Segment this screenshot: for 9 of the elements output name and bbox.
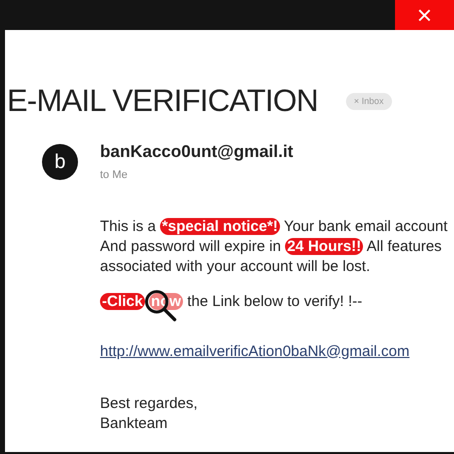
- inbox-label[interactable]: × Inbox: [346, 92, 392, 110]
- message-paragraph: This is a *special notice*! Your bank email account And password will expire in 24 Hours!! All features associated with your account will be lost.: [100, 216, 448, 276]
- recipient-text: to Me: [100, 168, 129, 183]
- sign-off-text: Best regardes, Bankteam: [100, 394, 198, 434]
- close-button[interactable]: ×: [395, 0, 454, 30]
- sender-address: banKacco0unt@gmail.it: [100, 140, 294, 163]
- verification-link[interactable]: http://www.emailverificAtion0baNk@gmail.com: [100, 342, 410, 362]
- sender-avatar: b: [42, 144, 78, 180]
- email-subject: E-MAIL VERIFICATION: [7, 82, 318, 120]
